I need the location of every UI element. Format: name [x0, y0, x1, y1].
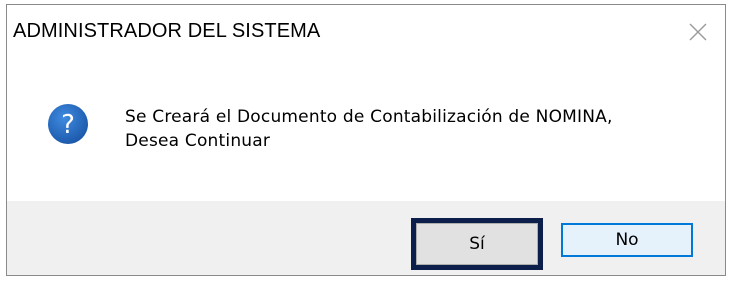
dialog-message: Se Creará el Documento de Contabilizació…	[125, 107, 613, 151]
dialog-content: ? Se Creará el Documento de Contabilizac…	[7, 59, 725, 201]
no-button[interactable]: No	[561, 223, 693, 257]
svg-text:?: ?	[61, 110, 75, 140]
title-bar: ADMINISTRADOR DEL SISTEMA	[7, 5, 725, 59]
message-dialog: ADMINISTRADOR DEL SISTEMA ? Se Creará el	[6, 4, 726, 276]
yes-button-label: Sí	[416, 223, 538, 265]
yes-button[interactable]: Sí	[411, 218, 543, 270]
button-bar: Sí No	[7, 201, 725, 275]
question-icon: ?	[47, 103, 89, 145]
dialog-title: ADMINISTRADOR DEL SISTEMA	[13, 20, 321, 42]
close-icon[interactable]	[687, 21, 709, 43]
